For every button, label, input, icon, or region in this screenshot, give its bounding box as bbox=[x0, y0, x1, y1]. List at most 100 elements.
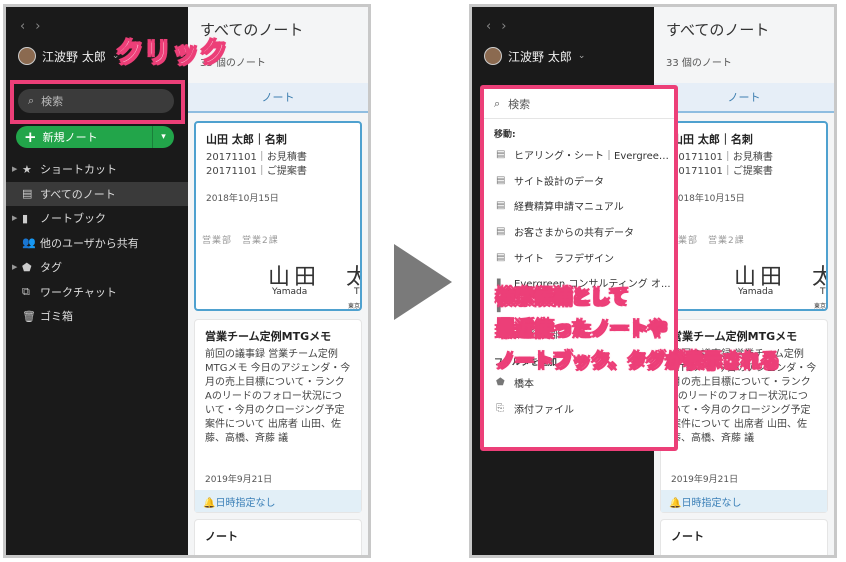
sidebar-item-label: すべてのノート bbox=[40, 187, 116, 201]
thumb-place: 東京 bbox=[814, 303, 826, 309]
tag-icon: ⬟ bbox=[22, 260, 32, 274]
click-callout: クリック bbox=[116, 38, 228, 70]
thumb-department: 営業部 営業2課 bbox=[202, 236, 279, 246]
note-card[interactable]: ノート bbox=[194, 519, 362, 555]
expand-triangle-icon[interactable]: ▶ bbox=[12, 214, 22, 222]
section-heading-move: 移動: bbox=[494, 130, 516, 140]
suggestion-label: サイト設計のデータ bbox=[514, 176, 604, 188]
thumb-department: 営業部 営業2課 bbox=[668, 236, 745, 246]
sidebar-item-label: ゴミ箱 bbox=[40, 310, 73, 324]
suggestion-item[interactable]: ▤ 経費精算申請マニュアル bbox=[484, 193, 674, 219]
note-list-header: すべてのノート 33 個のノート bbox=[654, 7, 834, 83]
sidebar-item[interactable]: 👥 他のユーザから共有 bbox=[6, 231, 188, 256]
suggestion-label: サイト ラフデザイン bbox=[514, 253, 614, 265]
thumb-initial: T bbox=[820, 287, 826, 297]
star-icon: ★ bbox=[22, 162, 32, 176]
plus-icon: + bbox=[24, 128, 37, 146]
sidebar-item[interactable]: ▤ すべてのノート bbox=[6, 181, 188, 206]
search-suggestions-dropdown: ⌕ 検索 移動: ▤ ヒアリング・シート｜Evergreen ... ▤ サイト設計の… bbox=[480, 85, 678, 451]
tag-icon: ⬟ bbox=[496, 377, 505, 389]
note-date: 2018年10月15日 bbox=[672, 194, 745, 204]
note-card[interactable]: 山田 太郎｜名刺 20171101｜お見積書 20171101｜ご提案書 201… bbox=[194, 121, 362, 311]
note-count: 33 個のノート bbox=[666, 58, 732, 69]
note-title: 営業チーム定例MTGメモ bbox=[205, 330, 332, 343]
search-field-value: 検索 bbox=[508, 97, 531, 111]
note-icon: ▤ bbox=[496, 226, 506, 238]
search-icon: ⌕ bbox=[494, 96, 501, 110]
note-snippet: 20171101｜お見積書 20171101｜ご提案書 bbox=[672, 152, 773, 177]
sidebar: ‹› 江波野 太郎 ⌄ ⌕ 検索 + 新規ノート ▾ ▶ ★ ショートカット ▤ すべて… bbox=[6, 7, 188, 555]
reminder-badge: 🔔日時指定なし bbox=[195, 490, 361, 512]
expand-triangle-icon[interactable]: ▶ bbox=[12, 165, 22, 173]
thumb-roman: Yamada bbox=[272, 287, 308, 297]
suggestion-item[interactable]: ▤ サイト設計のデータ bbox=[484, 168, 674, 194]
note-title: 山田 太郎｜名刺 bbox=[672, 133, 753, 146]
suggestion-label: ヒアリング・シート｜Evergreen ... bbox=[514, 151, 674, 163]
new-note-button[interactable]: + 新規ノート ▾ bbox=[16, 126, 174, 148]
tab-notes[interactable]: ノート bbox=[654, 83, 834, 113]
chevron-down-icon: ⌄ bbox=[577, 51, 586, 61]
forward-arrow-icon[interactable]: › bbox=[35, 19, 50, 34]
sidebar-item[interactable]: ▶ ★ ショートカット bbox=[6, 157, 188, 182]
sidebar-item[interactable]: ⧉ ワークチャット bbox=[6, 280, 188, 305]
note-icon: ▤ bbox=[22, 187, 33, 201]
annotation-line-3: ノートブック、タグが表示される bbox=[495, 350, 780, 373]
sidebar-item-label: ノートブック bbox=[40, 212, 106, 226]
annotation-line-1: 検索候補として bbox=[495, 286, 629, 309]
sidebar-item-label: ワークチャット bbox=[40, 285, 117, 299]
reminder-badge: 🔔日時指定なし bbox=[661, 490, 827, 512]
sidebar-item[interactable]: ▶ ⬟ タグ bbox=[6, 255, 188, 280]
search-input[interactable]: ⌕ 検索 bbox=[484, 89, 674, 119]
user-menu[interactable]: 江波野 太郎 ⌄ bbox=[484, 47, 585, 65]
sidebar-item[interactable]: 🗑 ゴミ箱 bbox=[6, 304, 188, 329]
people-icon: 👥 bbox=[22, 236, 36, 250]
trash-icon: 🗑 bbox=[22, 309, 36, 323]
attachment-icon: ⎘ bbox=[496, 402, 504, 414]
note-list-panel: すべてのノート 33 個のノート ノート 山田 太郎｜名刺 20171101｜お… bbox=[188, 7, 368, 555]
suggestion-label: お客さまからの共有データ bbox=[514, 228, 634, 240]
note-title: 山田 太郎｜名刺 bbox=[206, 133, 287, 146]
avatar bbox=[484, 47, 502, 65]
note-date: 2018年10月15日 bbox=[206, 194, 279, 204]
back-arrow-icon[interactable]: ‹ bbox=[20, 19, 35, 34]
annotation-callout: 検索候補として 最近使ったノートや ノートブック、タグが表示される bbox=[495, 281, 780, 377]
sidebar-nav: ▶ ★ ショートカット ▤ すべてのノート ▶ ▮ ノートブック 👥 他のユーザから共有 ▶ ⬟ タグ ⧉… bbox=[6, 157, 188, 329]
back-arrow-icon[interactable]: ‹ bbox=[486, 19, 501, 34]
forward-arrow-icon[interactable]: › bbox=[501, 19, 516, 34]
note-icon: ▤ bbox=[496, 251, 506, 263]
evernote-window-after: ‹› 江波野 太郎 ⌄ すべてのノート 33 個のノート ノート 山田 太郎｜名… bbox=[472, 7, 834, 555]
notebook-icon: ▮ bbox=[22, 211, 29, 225]
user-menu[interactable]: 江波野 太郎 ⌄ bbox=[18, 47, 119, 65]
suggestion-item[interactable]: ⎘ 添付ファイル bbox=[484, 395, 674, 421]
sidebar-item-label: 他のユーザから共有 bbox=[40, 236, 139, 250]
suggestion-label: 経費精算申請マニュアル bbox=[514, 202, 624, 214]
expand-triangle-icon[interactable]: ▶ bbox=[12, 263, 22, 271]
thumb-initial: T bbox=[354, 287, 360, 297]
evernote-window-before: ‹› 江波野 太郎 ⌄ ⌕ 検索 + 新規ノート ▾ ▶ ★ ショートカット ▤ すべて… bbox=[6, 7, 368, 555]
sidebar-item[interactable]: ▶ ▮ ノートブック bbox=[6, 206, 188, 231]
note-title: ノート bbox=[205, 530, 238, 543]
note-date: 2019年9月21日 bbox=[671, 475, 739, 485]
note-title: ノート bbox=[671, 530, 704, 543]
business-card-thumbnail: 営業部 営業2課 山田 太 Yamada T 東京 bbox=[196, 233, 360, 309]
sidebar-item-label: ショートカット bbox=[40, 163, 117, 177]
note-icon: ▤ bbox=[496, 200, 506, 212]
chat-icon: ⧉ bbox=[22, 284, 30, 298]
note-icon: ▤ bbox=[496, 174, 506, 186]
suggestion-label: 添付ファイル bbox=[514, 404, 574, 416]
user-name: 江波野 太郎 bbox=[42, 49, 106, 64]
suggestion-item[interactable]: ▤ ヒアリング・シート｜Evergreen ... bbox=[484, 142, 674, 168]
note-snippet: 前回の議事録 営業チーム定例MTGメモ 今日のアジェンダ・今月の売上目標について… bbox=[205, 349, 351, 444]
page-title: すべてのノート bbox=[666, 21, 770, 39]
note-snippet: 20171101｜お見積書 20171101｜ご提案書 bbox=[206, 152, 307, 177]
chevron-down-icon[interactable]: ▾ bbox=[152, 126, 174, 148]
suggestion-item[interactable]: ▤ お客さまからの共有データ bbox=[484, 219, 674, 245]
suggestion-item[interactable]: ▤ サイト ラフデザイン bbox=[484, 244, 674, 270]
note-card[interactable]: 営業チーム定例MTGメモ 前回の議事録 営業チーム定例MTGメモ 今日のアジェン… bbox=[194, 319, 362, 513]
tab-notes[interactable]: ノート bbox=[188, 83, 368, 113]
search-highlight-box bbox=[10, 80, 185, 124]
user-name: 江波野 太郎 bbox=[508, 49, 572, 64]
annotation-line-2: 最近使ったノートや bbox=[495, 318, 668, 341]
note-card[interactable]: ノート bbox=[660, 519, 828, 555]
right-arrow-icon bbox=[394, 244, 452, 320]
